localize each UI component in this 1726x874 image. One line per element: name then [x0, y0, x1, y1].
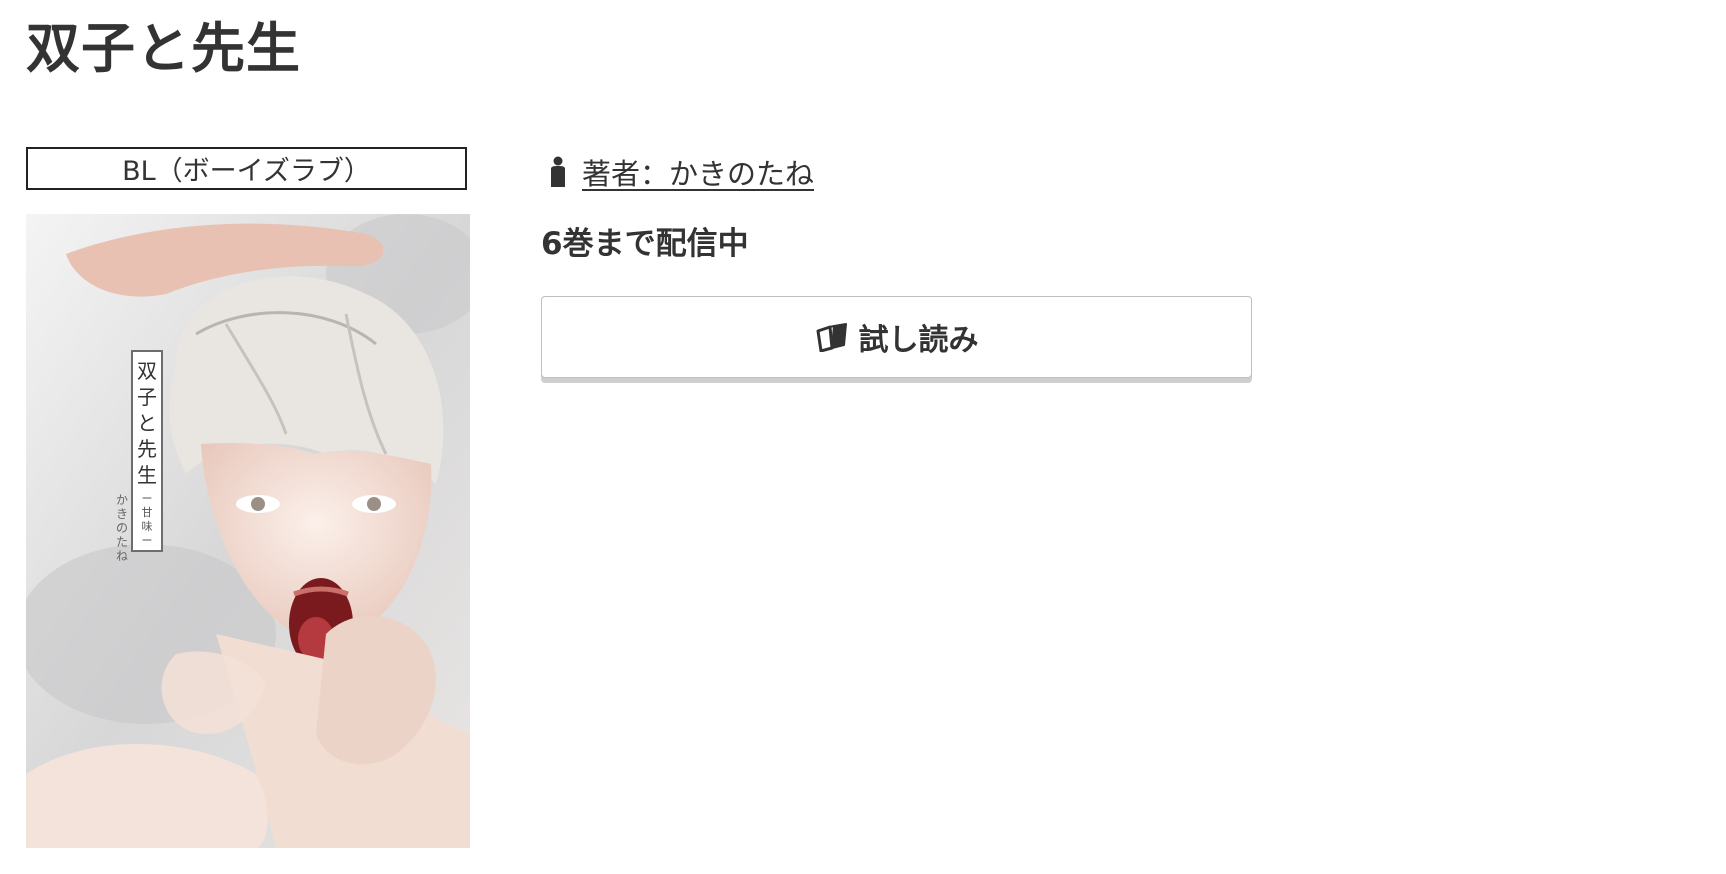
cover-title-char: 双 — [137, 359, 157, 383]
open-book-icon — [816, 323, 847, 352]
trial-read-button[interactable]: 試し読み — [541, 296, 1252, 378]
cover-title-char: 生 — [137, 463, 157, 487]
author-row: 著者：かきのたね — [548, 151, 814, 193]
page-title: 双子と先生 — [26, 17, 301, 80]
cover-title-char: 先 — [137, 437, 157, 461]
cover-title-char: と — [137, 411, 157, 435]
cover-author-char: か — [116, 493, 128, 507]
person-icon — [551, 156, 565, 187]
cover-subtitle-char: ー — [142, 534, 153, 547]
genre-tag[interactable]: BL（ボーイズラブ） — [26, 147, 467, 190]
cover-author-char: き — [116, 507, 128, 521]
cover-subtitle-char: ー — [142, 492, 153, 505]
cover-title-char: 子 — [137, 385, 157, 409]
cover-author-char: の — [116, 521, 128, 535]
cover-author-char: ね — [116, 549, 128, 563]
cover-subtitle-char: 味 — [142, 520, 153, 533]
cover-illustration: 双 子 と 先 生 ー 甘 味 ー か き の た ね — [26, 214, 470, 848]
volume-count: 6巻まで配信中 — [541, 226, 749, 262]
cover-subtitle-char: 甘 — [142, 506, 153, 519]
cover-image[interactable]: 双 子 と 先 生 ー 甘 味 ー か き の た ね — [26, 214, 470, 848]
trial-read-label: 試し読み — [858, 323, 979, 358]
author-link[interactable]: 著者：かきのたね — [582, 151, 814, 193]
cover-author-char: た — [116, 535, 128, 549]
